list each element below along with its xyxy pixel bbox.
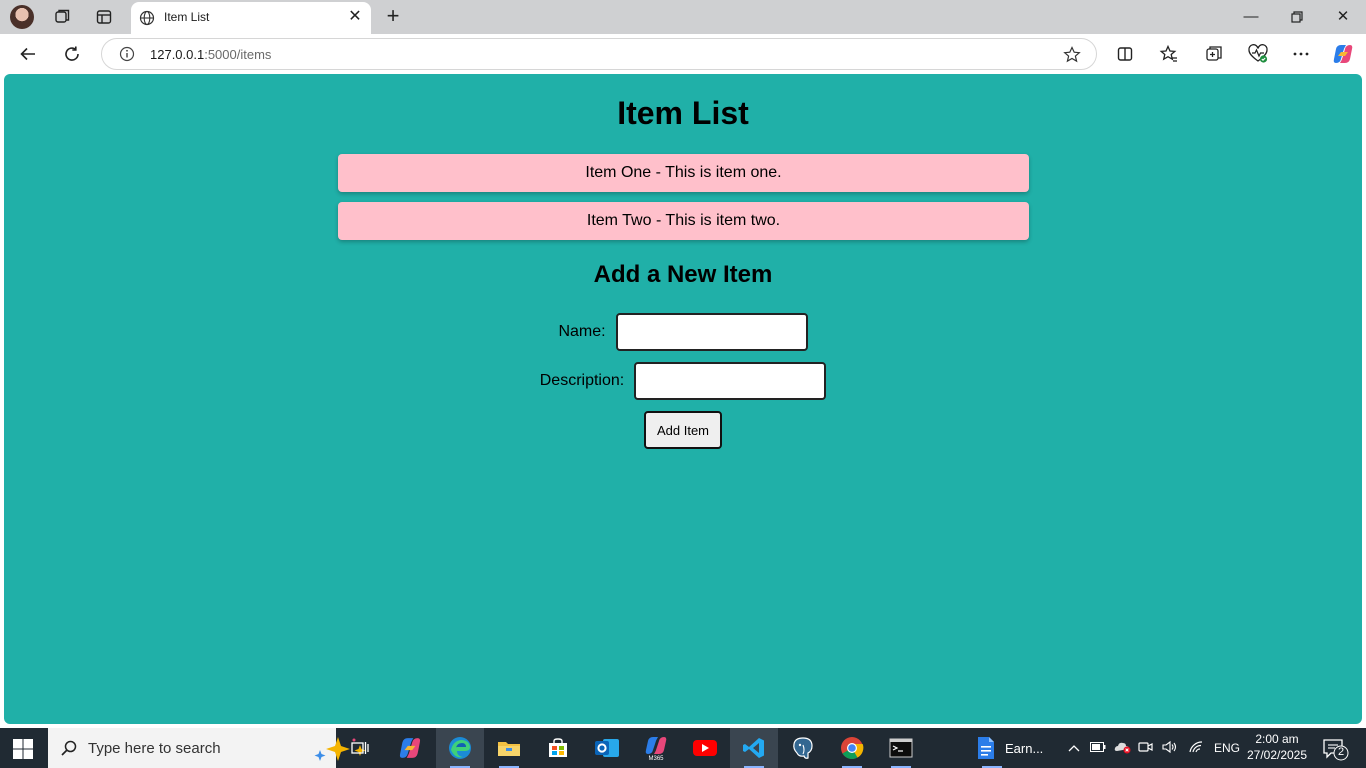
postgresql-icon[interactable] bbox=[779, 728, 827, 768]
minimize-icon[interactable]: — bbox=[1239, 6, 1263, 28]
back-arrow-icon[interactable] bbox=[16, 42, 40, 66]
meet-now-icon[interactable] bbox=[1138, 740, 1154, 757]
youtube-icon[interactable] bbox=[681, 728, 729, 768]
restore-icon[interactable] bbox=[1285, 6, 1309, 28]
profile-avatar[interactable] bbox=[10, 5, 34, 29]
name-row: Name: bbox=[4, 313, 1362, 351]
globe-icon bbox=[139, 10, 155, 26]
copilot-icon[interactable] bbox=[1332, 43, 1354, 65]
taskbar-search-box[interactable]: Type here to search bbox=[48, 728, 366, 768]
file-explorer-icon[interactable] bbox=[485, 728, 533, 768]
name-label: Name: bbox=[558, 323, 606, 340]
notifications-icon[interactable]: 2 bbox=[1322, 737, 1350, 761]
microsoft-365-icon[interactable]: M365 bbox=[632, 728, 680, 768]
refresh-icon[interactable] bbox=[60, 42, 84, 66]
browser-essentials-icon[interactable] bbox=[1247, 43, 1269, 65]
terminal-icon[interactable] bbox=[877, 728, 925, 768]
outlook-icon[interactable] bbox=[583, 728, 631, 768]
description-label: Description: bbox=[539, 372, 625, 389]
add-item-heading: Add a New Item bbox=[593, 261, 773, 288]
vscode-icon[interactable] bbox=[730, 728, 778, 768]
search-placeholder: Type here to search bbox=[88, 740, 221, 757]
volume-icon[interactable] bbox=[1162, 740, 1178, 757]
split-screen-icon[interactable] bbox=[1114, 43, 1136, 65]
add-item-button[interactable]: Add Item bbox=[644, 411, 722, 449]
windows-start-icon[interactable] bbox=[12, 738, 34, 760]
clock-date: 27/02/2025 bbox=[1246, 748, 1308, 762]
windows-taskbar: Type here to search M365 Earn... ENG 2:0… bbox=[0, 728, 1366, 768]
description-input[interactable] bbox=[634, 362, 827, 400]
favorite-star-icon[interactable] bbox=[1062, 45, 1082, 65]
battery-icon[interactable] bbox=[1090, 741, 1106, 755]
chrome-icon[interactable] bbox=[828, 728, 876, 768]
tab-title: Item List bbox=[164, 10, 210, 24]
page-title: Item List bbox=[617, 95, 749, 131]
wifi-icon[interactable] bbox=[1188, 740, 1204, 757]
new-tab-icon[interactable]: + bbox=[382, 5, 404, 27]
workspaces-icon[interactable] bbox=[51, 7, 73, 27]
page-viewport: Item List Item One - This is item one. I… bbox=[4, 74, 1362, 724]
system-tray: ENG bbox=[1066, 728, 1240, 768]
site-info-icon[interactable] bbox=[119, 46, 135, 62]
description-row: Description: bbox=[4, 362, 1362, 400]
svg-text:M365: M365 bbox=[648, 756, 664, 761]
word-document-task[interactable]: Earn... bbox=[968, 728, 1060, 768]
favorites-icon[interactable] bbox=[1158, 43, 1180, 65]
list-item: Item One - This is item one. bbox=[338, 154, 1029, 192]
collections-icon[interactable] bbox=[1203, 43, 1225, 65]
more-options-icon[interactable] bbox=[1290, 43, 1312, 65]
task-view-icon[interactable] bbox=[336, 728, 384, 768]
copilot-app-icon[interactable] bbox=[386, 728, 434, 768]
name-input[interactable] bbox=[615, 313, 808, 351]
url-text: 127.0.0.1:5000/items bbox=[150, 47, 271, 62]
clock[interactable]: 2:00 am 27/02/2025 bbox=[1242, 731, 1312, 763]
close-window-icon[interactable]: ✕ bbox=[1331, 6, 1355, 28]
url-host: 127.0.0.1 bbox=[150, 47, 205, 62]
microsoft-store-icon[interactable] bbox=[534, 728, 582, 768]
close-tab-icon[interactable]: ✕ bbox=[347, 8, 363, 26]
edge-browser-icon[interactable] bbox=[436, 728, 484, 768]
list-item: Item Two - This is item two. bbox=[338, 202, 1029, 240]
notification-count: 2 bbox=[1337, 746, 1345, 758]
url-path: :5000/items bbox=[204, 47, 272, 62]
language-indicator[interactable]: ENG bbox=[1214, 741, 1240, 755]
browser-titlebar: Item List ✕ + — ✕ bbox=[0, 0, 1366, 34]
clock-time: 2:00 am bbox=[1255, 732, 1299, 746]
browser-toolbar: 127.0.0.1:5000/items bbox=[0, 34, 1366, 74]
address-bar[interactable]: 127.0.0.1:5000/items bbox=[101, 38, 1097, 70]
onedrive-error-icon[interactable] bbox=[1114, 740, 1132, 757]
tab-item-list[interactable]: Item List ✕ bbox=[131, 2, 371, 34]
chevron-up-icon[interactable] bbox=[1066, 741, 1082, 755]
document-task-label: Earn... bbox=[1005, 740, 1044, 756]
search-icon bbox=[61, 740, 77, 756]
document-icon bbox=[978, 737, 994, 759]
tab-actions-icon[interactable] bbox=[93, 7, 115, 27]
